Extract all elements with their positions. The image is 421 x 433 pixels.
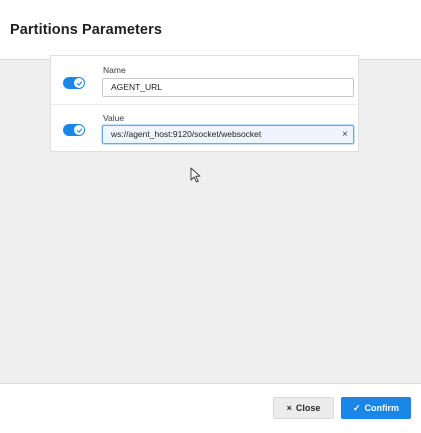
confirm-button[interactable]: ✓ Confirm bbox=[341, 397, 411, 419]
value-param-row: Value ws://agent_host:9120/socket/websoc… bbox=[50, 104, 359, 152]
close-button-label: Close bbox=[295, 403, 321, 413]
dialog-footer: × Close ✓ Confirm bbox=[0, 383, 421, 433]
value-input-text: ws://agent_host:9120/socket/websocket bbox=[111, 129, 262, 139]
name-label: Name bbox=[103, 65, 126, 75]
value-enabled-toggle[interactable] bbox=[63, 124, 85, 136]
name-param-row: Name AGENT_URL bbox=[50, 55, 359, 106]
close-button[interactable]: × Close bbox=[273, 397, 334, 419]
partitions-parameters-dialog: Partitions Parameters Name AGENT_URL Val… bbox=[0, 0, 421, 433]
clear-icon[interactable]: × bbox=[342, 126, 348, 143]
check-icon bbox=[74, 78, 84, 88]
check-icon bbox=[74, 125, 84, 135]
close-icon: × bbox=[286, 403, 292, 413]
mouse-cursor-icon bbox=[190, 167, 201, 183]
name-enabled-toggle[interactable] bbox=[63, 77, 85, 89]
value-label: Value bbox=[103, 113, 125, 123]
check-icon: ✓ bbox=[352, 402, 361, 413]
value-input[interactable]: ws://agent_host:9120/socket/websocket × bbox=[102, 125, 354, 144]
name-input[interactable]: AGENT_URL bbox=[102, 78, 354, 97]
dialog-header: Partitions Parameters bbox=[0, 0, 421, 60]
dialog-title: Partitions Parameters bbox=[10, 22, 162, 38]
confirm-button-label: Confirm bbox=[364, 403, 400, 413]
